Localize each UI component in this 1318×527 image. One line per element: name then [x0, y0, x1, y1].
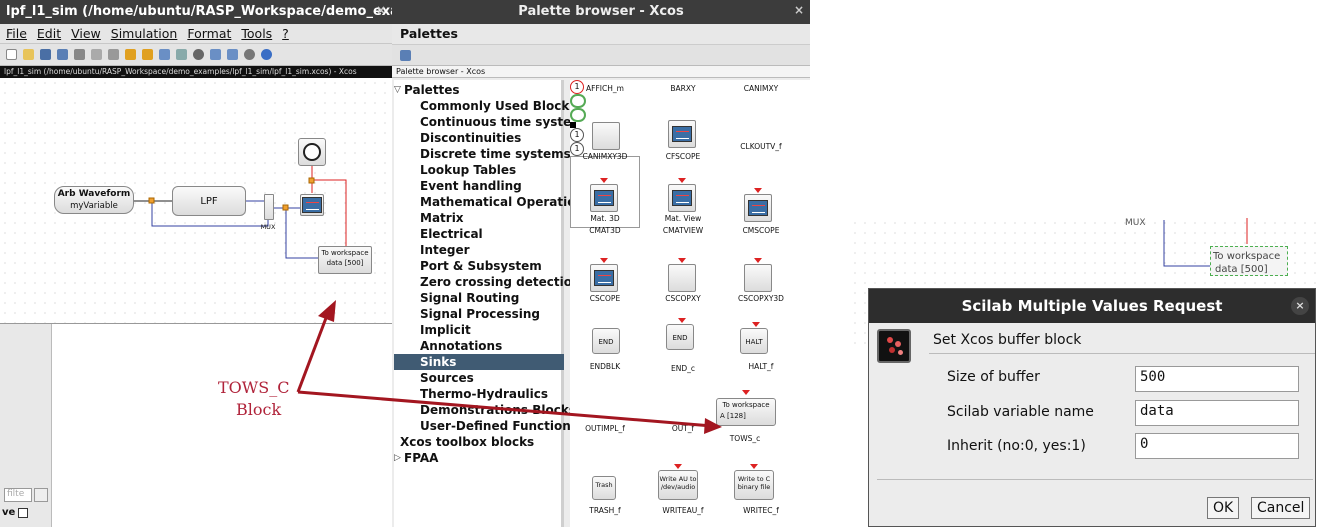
variable-name-label: Scilab variable name — [947, 404, 1094, 420]
variable-name-input[interactable]: data — [1135, 400, 1299, 426]
size-of-buffer-input[interactable]: 500 — [1135, 366, 1299, 392]
inherit-input[interactable]: 0 — [1135, 433, 1299, 459]
dialog-divider — [929, 353, 1315, 354]
size-of-buffer-label: Size of buffer — [947, 369, 1040, 385]
close-icon[interactable]: × — [1291, 297, 1309, 315]
ok-button[interactable]: OK — [1207, 497, 1240, 519]
cancel-button[interactable]: Cancel — [1251, 497, 1311, 519]
annotation-label-1: TOWS_C — [218, 378, 290, 397]
bg-tows-title: To workspace — [1213, 251, 1281, 262]
multiple-values-dialog: Scilab Multiple Values Request × Set Xco… — [868, 288, 1316, 527]
dialog-title: Scilab Multiple Values Request — [961, 297, 1223, 315]
bg-tows-data: data [500] — [1215, 264, 1268, 275]
scilab-logo-icon — [877, 329, 911, 363]
dialog-heading: Set Xcos buffer block — [933, 332, 1082, 348]
annotation-label-2: Block — [236, 400, 282, 419]
bg-to-workspace-block[interactable]: To workspace data [500] — [1210, 246, 1288, 276]
inherit-label: Inherit (no:0, yes:1) — [947, 438, 1086, 454]
dialog-footer-divider — [877, 479, 1313, 480]
dialog-title-bar[interactable]: Scilab Multiple Values Request × — [869, 289, 1315, 323]
